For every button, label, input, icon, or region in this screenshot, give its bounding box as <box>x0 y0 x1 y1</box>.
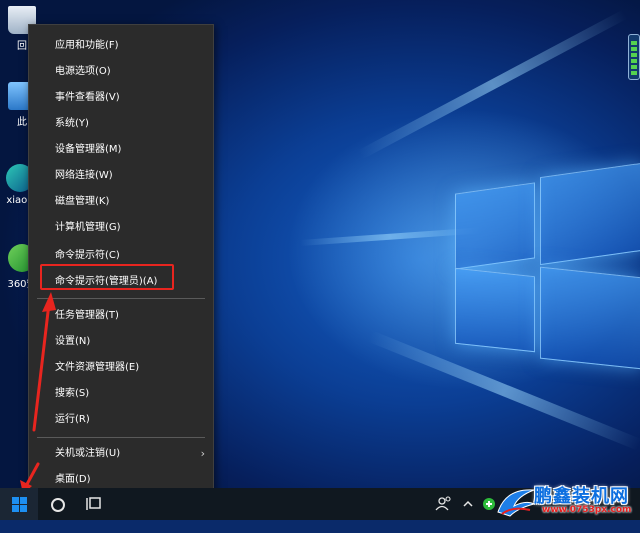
menu-item-file-explorer[interactable]: 文件资源管理器(E) <box>29 355 213 381</box>
watermark-logo-icon <box>497 489 536 517</box>
menu-item-apps-features[interactable]: 应用和功能(F) <box>29 33 213 59</box>
cortana-button[interactable] <box>38 488 76 520</box>
light-beam <box>357 9 628 160</box>
chevron-up-icon[interactable] <box>460 488 476 520</box>
people-glyph <box>435 496 451 511</box>
start-button[interactable] <box>0 488 38 520</box>
menu-item-network-connections[interactable]: 网络连接(W) <box>29 163 213 189</box>
site-watermark: 鹏鑫装机网 www.0753px.com <box>496 482 640 520</box>
menu-item-shutdown-signout[interactable]: 关机或注销(U) › <box>29 441 213 467</box>
menu-item-disk-management[interactable]: 磁盘管理(K) <box>29 189 213 215</box>
windows-logo-icon <box>12 497 27 512</box>
chevron-right-icon: › <box>200 447 205 460</box>
menu-item-computer-management[interactable]: 计算机管理(G) <box>29 215 213 241</box>
window-pane <box>540 162 640 266</box>
people-icon[interactable] <box>432 488 456 520</box>
menu-item-event-viewer[interactable]: 事件查看器(V) <box>29 85 213 111</box>
task-view-button[interactable] <box>76 488 114 520</box>
menu-item-settings[interactable]: 设置(N) <box>29 329 213 355</box>
desktop-gadget <box>628 34 640 80</box>
watermark-url: www.0753px.com <box>542 505 632 515</box>
window-pane <box>455 267 535 353</box>
menu-item-task-manager[interactable]: 任务管理器(T) <box>29 303 213 329</box>
cortana-icon <box>51 498 65 512</box>
light-beam <box>299 227 480 246</box>
winx-context-menu: 应用和功能(F) 电源选项(O) 事件查看器(V) 系统(Y) 设备管理器(M)… <box>28 24 214 502</box>
menu-separator <box>37 437 205 438</box>
menu-item-run[interactable]: 运行(R) <box>29 407 213 433</box>
window-pane <box>540 266 640 370</box>
window-pane <box>455 182 535 270</box>
menu-item-system[interactable]: 系统(Y) <box>29 111 213 137</box>
menu-item-device-manager[interactable]: 设备管理器(M) <box>29 137 213 163</box>
highlight-box <box>40 264 174 290</box>
menu-item-search[interactable]: 搜索(S) <box>29 381 213 407</box>
desktop-icon-label: 此 <box>17 117 27 128</box>
desktop-icon-label: 回 <box>17 41 27 52</box>
task-view-icon <box>86 497 101 510</box>
menu-item-label: 关机或注销(U) <box>55 448 121 459</box>
menu-item-power-options[interactable]: 电源选项(O) <box>29 59 213 85</box>
menu-separator <box>37 298 205 299</box>
chevron-up-glyph <box>463 500 473 507</box>
